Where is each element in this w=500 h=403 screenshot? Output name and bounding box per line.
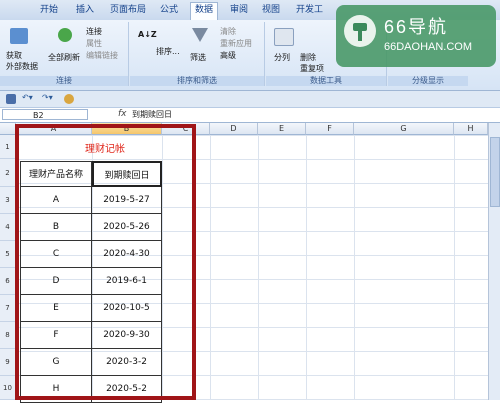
filter-icon bbox=[192, 28, 208, 42]
group-label-connections: 连接 bbox=[0, 76, 128, 86]
refresh-all-button[interactable]: 全部刷新 bbox=[48, 52, 80, 63]
group-label-sort-filter: 排序和筛选 bbox=[130, 76, 264, 86]
row-header[interactable]: 10 bbox=[0, 376, 16, 400]
clear-button[interactable]: 清除 bbox=[220, 26, 236, 37]
redo-icon[interactable]: ↷▾ bbox=[42, 93, 53, 102]
group-sort-filter: A↓Z 排序... 筛选 清除 重新应用 高级 排序和筛选 bbox=[130, 22, 265, 86]
formula-input[interactable]: 到期赎回日 bbox=[132, 109, 172, 120]
row-header[interactable]: 8 bbox=[0, 322, 16, 349]
column-header[interactable]: G bbox=[354, 123, 454, 135]
reapply-button[interactable]: 重新应用 bbox=[220, 38, 252, 49]
row-header[interactable]: 9 bbox=[0, 349, 16, 376]
filter-button[interactable]: 筛选 bbox=[190, 52, 206, 63]
row-header[interactable]: 4 bbox=[0, 214, 16, 241]
remove-duplicates-button[interactable]: 删除 重复项 bbox=[300, 52, 324, 74]
edit-links-button[interactable]: 编辑链接 bbox=[86, 50, 118, 61]
tab-page-layout[interactable]: 页面布局 bbox=[110, 3, 146, 18]
logo-title: 66导航 bbox=[384, 17, 449, 37]
tab-developer[interactable]: 开发工 bbox=[296, 3, 323, 18]
group-label-outline: 分级显示 bbox=[388, 76, 468, 86]
column-header[interactable]: D bbox=[210, 123, 258, 135]
tab-formulas[interactable]: 公式 bbox=[160, 3, 178, 18]
text-to-columns-icon bbox=[274, 28, 294, 46]
row-header[interactable]: 7 bbox=[0, 295, 16, 322]
undo-icon[interactable]: ↶▾ bbox=[22, 93, 33, 102]
highlight-frame bbox=[15, 124, 196, 400]
tab-data[interactable]: 数据 bbox=[190, 2, 219, 21]
tab-home[interactable]: 开始 bbox=[40, 3, 58, 18]
row-header[interactable]: 6 bbox=[0, 268, 16, 295]
text-to-columns-button[interactable]: 分列 bbox=[274, 52, 290, 63]
tab-review[interactable]: 审阅 bbox=[230, 3, 248, 18]
sort-button[interactable]: 排序... bbox=[156, 46, 180, 57]
advanced-button[interactable]: 高级 bbox=[220, 50, 236, 61]
column-header[interactable]: H bbox=[454, 123, 488, 135]
external-data-icon bbox=[10, 28, 28, 44]
tab-insert[interactable]: 插入 bbox=[76, 3, 94, 18]
toolbar-icon[interactable] bbox=[64, 94, 74, 104]
column-header[interactable]: E bbox=[258, 123, 306, 135]
select-all-corner[interactable] bbox=[0, 123, 16, 135]
properties-button[interactable]: 属性 bbox=[86, 38, 102, 49]
formula-bar: B2 fx 到期赎回日 bbox=[0, 108, 500, 123]
group-connections: 获取 外部数据 全部刷新 连接 属性 编辑链接 连接 bbox=[0, 22, 129, 86]
row-header[interactable]: 3 bbox=[0, 187, 16, 214]
row-header[interactable]: 1 bbox=[0, 135, 16, 159]
group-label-data-tools: 数据工具 bbox=[266, 76, 386, 86]
name-box[interactable]: B2 bbox=[2, 109, 88, 120]
row-header[interactable]: 5 bbox=[0, 241, 16, 268]
refresh-icon bbox=[58, 28, 72, 42]
column-header[interactable]: F bbox=[306, 123, 354, 135]
fx-icon[interactable]: fx bbox=[118, 109, 127, 119]
logo-url: 66DAOHAN.COM bbox=[384, 41, 473, 53]
site-logo-watermark: 66导航 66DAOHAN.COM bbox=[336, 5, 496, 67]
logo-icon bbox=[344, 15, 376, 47]
vertical-scrollbar[interactable] bbox=[488, 123, 500, 400]
save-icon[interactable] bbox=[6, 94, 16, 104]
sort-az-icon[interactable]: A↓Z bbox=[138, 30, 157, 39]
quick-access-toolbar: ↶▾ ↷▾ bbox=[0, 91, 500, 108]
row-header[interactable]: 2 bbox=[0, 159, 16, 187]
connections-button[interactable]: 连接 bbox=[86, 26, 102, 37]
scrollbar-thumb[interactable] bbox=[490, 137, 500, 207]
tab-view[interactable]: 视图 bbox=[262, 3, 280, 18]
get-external-data-button[interactable]: 获取 外部数据 bbox=[6, 50, 38, 72]
